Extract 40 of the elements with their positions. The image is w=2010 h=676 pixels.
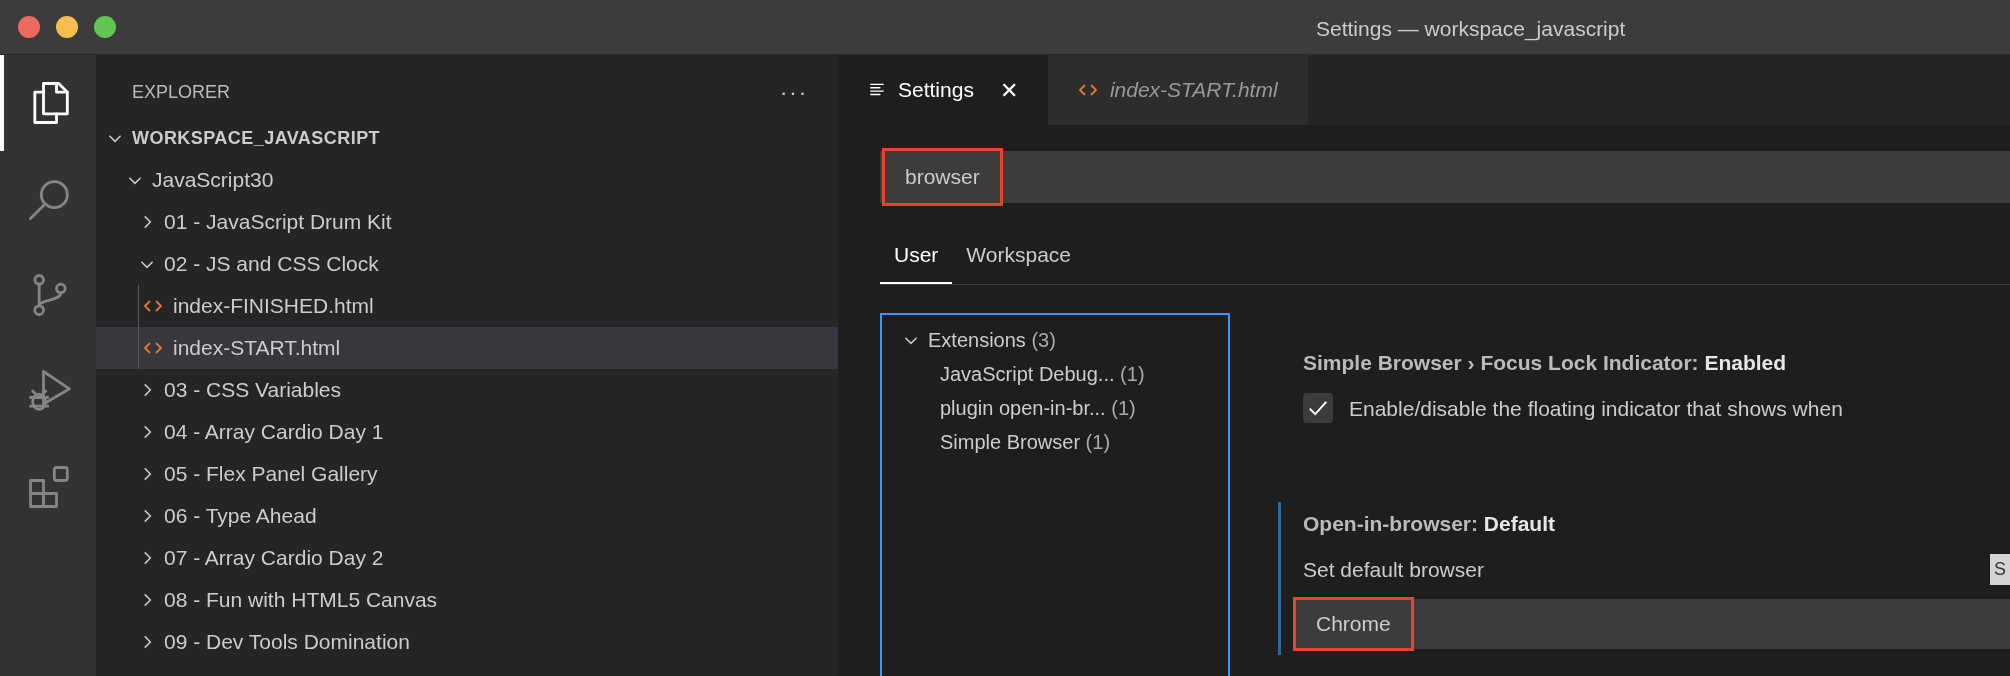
toc-item[interactable]: Simple Browser (1) (882, 425, 1228, 459)
setting-description: Enable/disable the floating indicator that shows when (1349, 395, 1843, 422)
folder-row[interactable]: WORKSPACE_JAVASCRIPT (96, 117, 838, 159)
setting-title: Open-in-browser: Default (1303, 511, 1557, 537)
side-button[interactable]: S (1990, 553, 2010, 585)
setting-description: Set default browser (1303, 556, 1484, 583)
more-actions-button[interactable]: ··· (780, 75, 808, 109)
dropdown-value: Chrome (1293, 597, 1414, 651)
folder-row[interactable]: JavaScript30 (96, 159, 838, 201)
toc-item[interactable]: Extensions (3) (882, 323, 1228, 357)
toc-item[interactable]: plugin open-in-br... (1) (882, 391, 1228, 425)
folder-row[interactable]: 03 - CSS Variables (96, 369, 838, 411)
folder-row[interactable]: 02 - JS and CSS Clock (96, 243, 838, 285)
folder-row[interactable]: 07 - Array Cardio Day 2 (96, 537, 838, 579)
code-file-icon (143, 298, 163, 314)
code-file-icon (1077, 82, 1098, 98)
close-window-button[interactable] (18, 16, 40, 38)
folder-row[interactable]: 01 - JavaScript Drum Kit (96, 201, 838, 243)
zoom-window-button[interactable] (94, 16, 116, 38)
code-file-icon (143, 340, 163, 356)
folder-row[interactable]: 04 - Array Cardio Day 1 (96, 411, 838, 453)
window-title: Settings — workspace_javascript (1316, 16, 1626, 43)
settings-search-field[interactable]: browser (880, 151, 2010, 203)
minimize-window-button[interactable] (56, 16, 78, 38)
setting-title: Simple Browser › Focus Lock Indicator: Enabled (1303, 350, 1788, 376)
folder-row[interactable]: 05 - Flex Panel Gallery (96, 453, 838, 495)
editor-tab[interactable]: Settings ✕ (838, 55, 1048, 125)
editor-tab[interactable]: index-START.html (1047, 55, 1308, 125)
explorer-title: EXPLORER (132, 80, 231, 104)
scope-tab[interactable]: User (880, 227, 953, 284)
file-row[interactable]: index-START.html (96, 327, 838, 369)
folder-row[interactable]: 09 - Dev Tools Domination (96, 621, 838, 663)
scope-tab[interactable]: Workspace (952, 227, 1085, 284)
folder-row[interactable]: 08 - Fun with HTML5 Canvas (96, 579, 838, 621)
toc-item[interactable]: JavaScript Debug... (1) (882, 357, 1228, 391)
folder-row[interactable]: 06 - Type Ahead (96, 495, 838, 537)
search-value: browser (882, 148, 1003, 206)
close-tab-button[interactable]: ✕ (999, 73, 1018, 107)
browser-dropdown[interactable]: Chrome (1293, 599, 2010, 649)
checkbox[interactable] (1303, 393, 1333, 424)
